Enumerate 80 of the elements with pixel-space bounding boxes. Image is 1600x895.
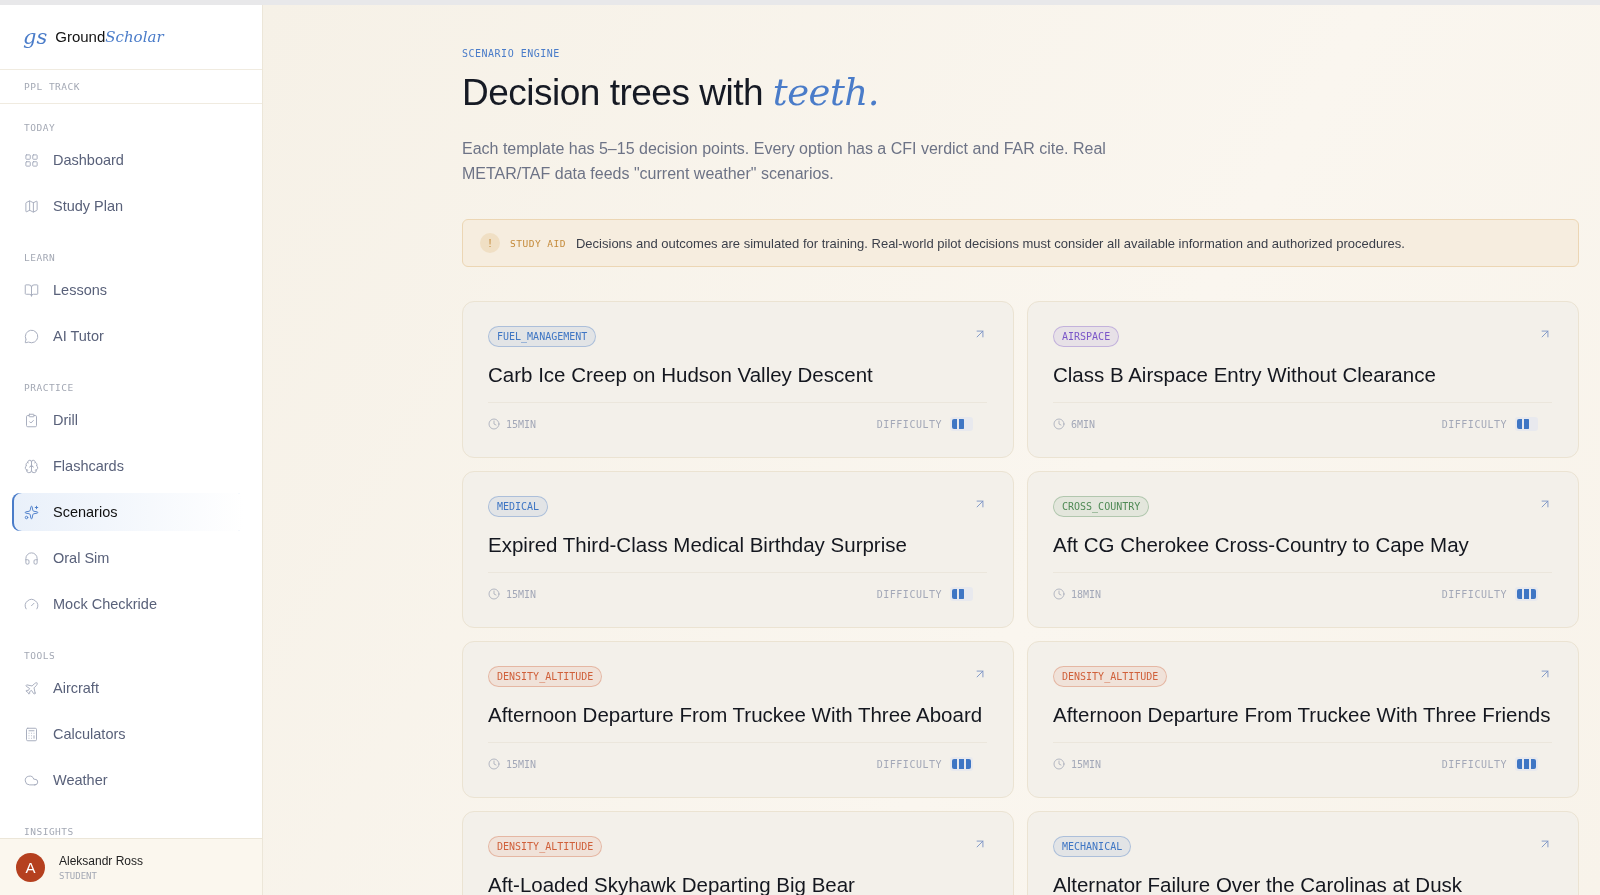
map-icon [24,198,39,214]
sidebar-item[interactable]: Mock Checkride [12,585,244,623]
duration-label: 15MIN [506,758,537,770]
scenario-card[interactable]: DENSITY_ALTITUDE Afternoon Departure From Truckee With Three Friends 15MIN DIFFICULTY [1027,641,1579,798]
user-role: STUDENT [59,870,98,881]
scenario-card[interactable]: MECHANICAL Alternator Failure Over the Carolinas at Dusk [1027,811,1579,895]
sidebar-item[interactable]: Dashboard [12,141,244,179]
avatar[interactable]: A [16,852,45,882]
notice-label: STUDY AID [510,237,566,249]
logo-mark: gs [23,25,48,49]
duration-label: 6MIN [1071,418,1096,430]
brain-icon [24,458,39,474]
clock-icon [1053,418,1065,430]
category-tag: MEDICAL [488,496,549,517]
scenario-card[interactable]: AIRSPACE Class B Airspace Entry Without Clearance 6MIN DIFFICULTY [1027,301,1579,458]
clipboard-icon [24,412,39,428]
scenario-title: Carb Ice Creep on Hudson Valley Descent [488,363,987,403]
clock-icon [1053,758,1065,770]
category-tag: DENSITY_ALTITUDE [1053,666,1168,687]
category-tag: DENSITY_ALTITUDE [488,666,603,687]
sidebar-item[interactable]: Weather [12,761,244,799]
scenario-card[interactable]: MEDICAL Expired Third-Class Medical Birthday Surprise 15MIN DIFFICULTY [462,471,1014,628]
scenario-card[interactable]: DENSITY_ALTITUDE Afternoon Departure From Truckee With Three Aboard 15MIN DIFFICULTY [462,641,1014,798]
duration-label: 15MIN [506,418,537,430]
book-icon [24,282,39,298]
grid-icon [24,152,39,168]
section-title: TOOLS [24,650,56,661]
cloud-icon [24,772,39,788]
category-tag: DENSITY_ALTITUDE [488,836,603,857]
scenario-title: Expired Third-Class Medical Birthday Surprise [488,533,987,573]
clock-icon [488,418,500,430]
section-title: PRACTICE [24,382,74,393]
scenario-title: Alternator Failure Over the Carolinas at Dusk [1053,873,1552,895]
sidebar-item[interactable]: Flashcards [12,447,244,485]
difficulty-label: DIFFICULTY [876,588,942,600]
warning-icon: ! [480,233,500,253]
sidebar-item[interactable]: AI Tutor [12,317,244,355]
sidebar-item[interactable]: Drill [12,401,244,439]
eyebrow-label: SCENARIO ENGINE [462,48,560,59]
track-label: PPL TRACK [0,70,262,104]
page-title: Decision trees with teeth. [462,71,880,114]
clock-icon [488,758,500,770]
scenario-title: Afternoon Departure From Truckee With Three Aboard [488,703,987,743]
section-title: LEARN [24,252,56,263]
duration-label: 15MIN [1071,758,1102,770]
difficulty-label: DIFFICULTY [876,418,942,430]
sidebar-item[interactable]: Oral Sim [12,539,244,577]
chat-bubble-icon [24,328,39,344]
scenario-card[interactable]: CROSS_COUNTRY Aft CG Cherokee Cross-Country to Cape May 18MIN DIFFICULTY [1027,471,1579,628]
category-tag: MECHANICAL [1053,836,1132,857]
duration-label: 15MIN [506,588,537,600]
clock-icon [488,588,500,600]
scenario-title: Class B Airspace Entry Without Clearance [1053,363,1552,403]
sparkle-icon [24,504,39,520]
page-description: Each template has 5–15 decision points. Every option has a CFI verdict and FAR cite. Real METAR/TAF data feeds "current weather" scenarios. [462,139,1107,184]
section-title: TODAY [24,122,56,133]
brand-name: GroundScholar [55,28,164,46]
category-tag: AIRSPACE [1053,326,1120,347]
sidebar-item[interactable]: Study Plan [12,187,244,225]
duration-label: 18MIN [1071,588,1102,600]
headphones-icon [24,550,39,566]
category-tag: CROSS_COUNTRY [1053,496,1150,517]
difficulty-label: DIFFICULTY [1441,588,1507,600]
notice-text: Decisions and outcomes are simulated for training. Real-world pilot decisions must consider all available information and authorized procedures. [576,235,1405,251]
scenario-title: Afternoon Departure From Truckee With Three Friends [1053,703,1552,743]
sidebar-item[interactable]: Lessons [12,271,244,309]
section-title: INSIGHTS [24,826,74,837]
scenario-card[interactable]: FUEL_MANAGEMENT Carb Ice Creep on Hudson Valley Descent 15MIN DIFFICULTY [462,301,1014,458]
plane-icon [24,680,39,696]
calculator-icon [24,726,39,742]
difficulty-label: DIFFICULTY [1441,418,1507,430]
user-name: Aleksandr Ross [59,853,144,868]
difficulty-label: DIFFICULTY [876,758,942,770]
difficulty-label: DIFFICULTY [1441,758,1507,770]
sidebar-item[interactable]: Aircraft [12,669,244,707]
scenario-title: Aft CG Cherokee Cross-Country to Cape May [1053,533,1552,573]
category-tag: FUEL_MANAGEMENT [488,326,597,347]
clock-icon [1053,588,1065,600]
sidebar-item[interactable]: Calculators [12,715,244,753]
gauge-icon [24,596,39,612]
